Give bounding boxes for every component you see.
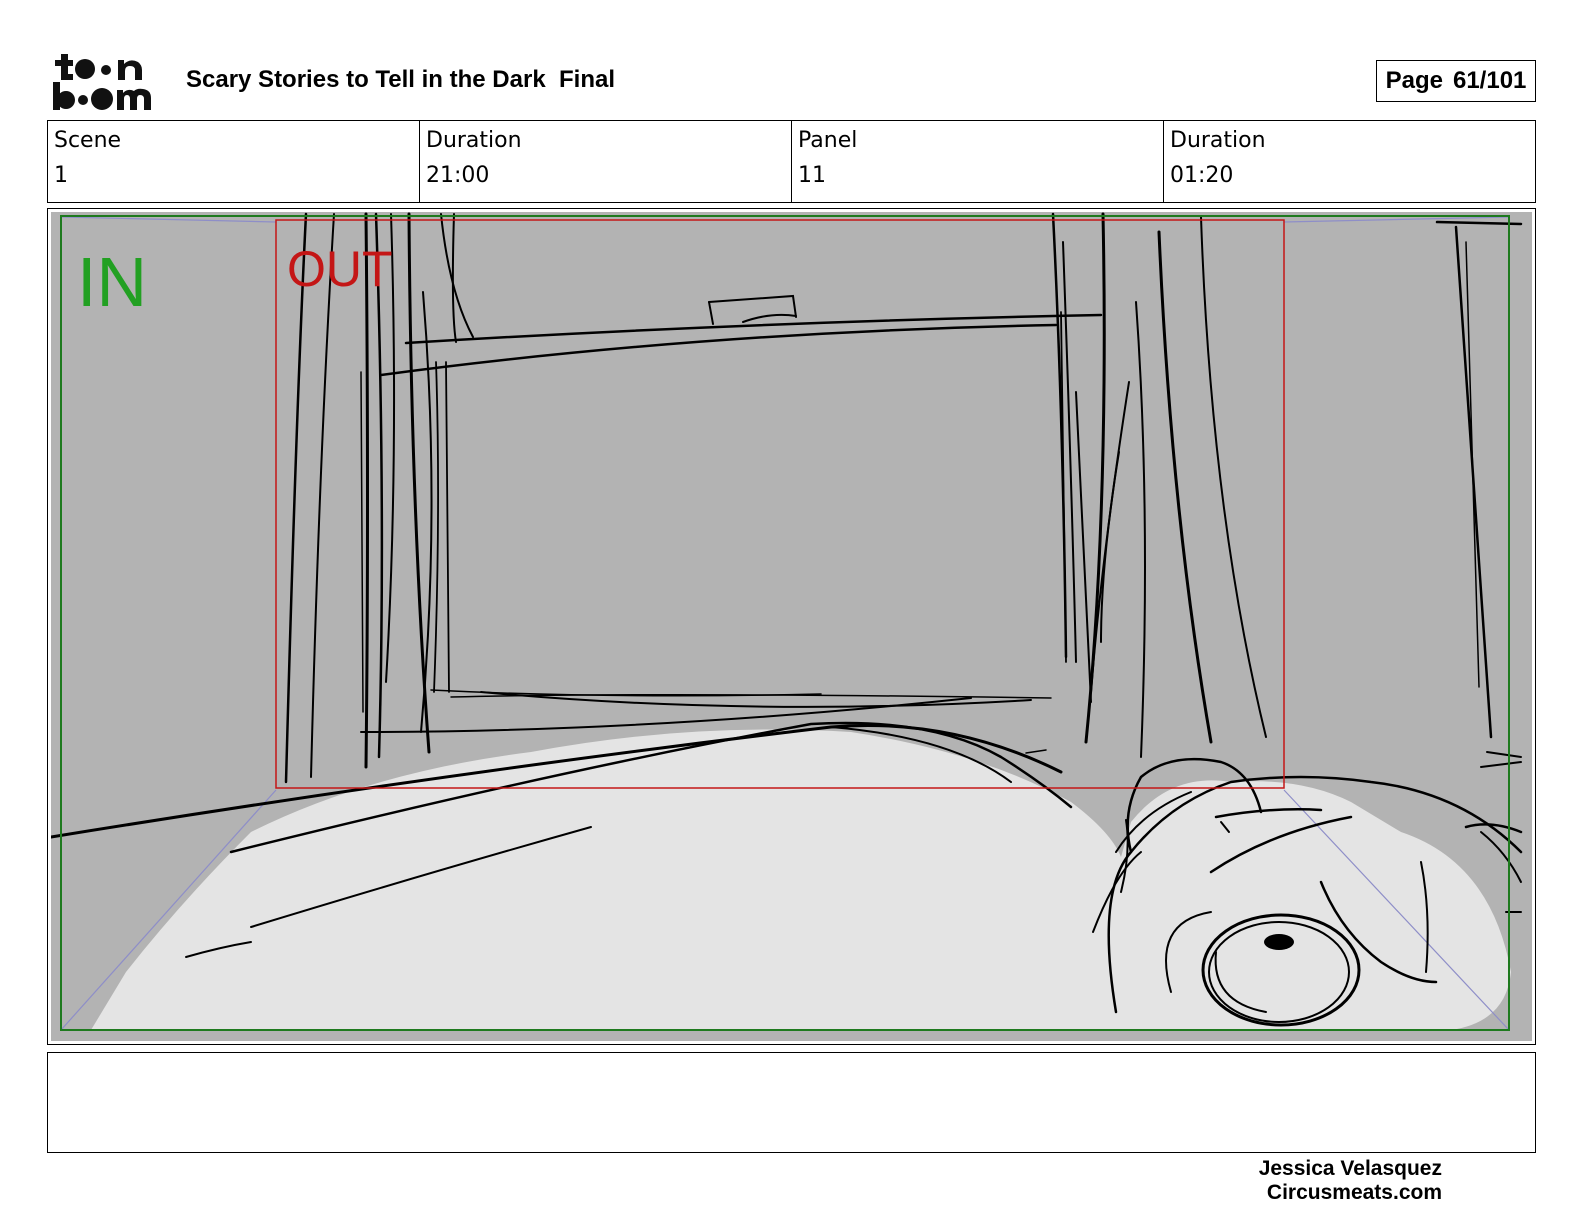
eye-pupil [1264,934,1294,950]
artist-credits: Jessica Velasquez Circusmeats.com [1180,1157,1442,1205]
panel-duration-cell: Duration 01:20 [1163,121,1535,202]
panel-label: Panel [798,128,858,153]
out-label: OUT [287,241,393,297]
panel-value: 11 [798,163,826,188]
scene-duration-label: Duration [426,128,522,153]
panel-cell: Panel 11 [791,121,1163,202]
scene-duration-cell: Duration 21:00 [419,121,791,202]
notes-box [47,1052,1536,1153]
scene-value: 1 [54,163,68,188]
scene-info-table: Scene 1 Duration 21:00 Panel 11 Duration… [47,120,1536,203]
artist-name: Jessica Velasquez [1258,1157,1442,1180]
panel-drawing: IN OUT [51,212,1532,1041]
page-indicator: Page 61/101 [1376,60,1536,102]
panel-duration-value: 01:20 [1170,163,1234,188]
scene-cell: Scene 1 [48,121,419,202]
page-number: 61/101 [1452,67,1527,94]
page-label: Page [1385,67,1443,94]
scene-duration-value: 21:00 [426,163,490,188]
storyboard-panel: IN OUT [47,208,1536,1045]
scene-label: Scene [54,128,122,153]
document-title: Scary Stories to Tell in the Dark Final [186,66,616,93]
in-label: IN [77,243,147,321]
panel-duration-label: Duration [1170,128,1266,153]
artist-website: Circusmeats.com [1266,1181,1442,1204]
toon-boom-logo [50,50,164,112]
